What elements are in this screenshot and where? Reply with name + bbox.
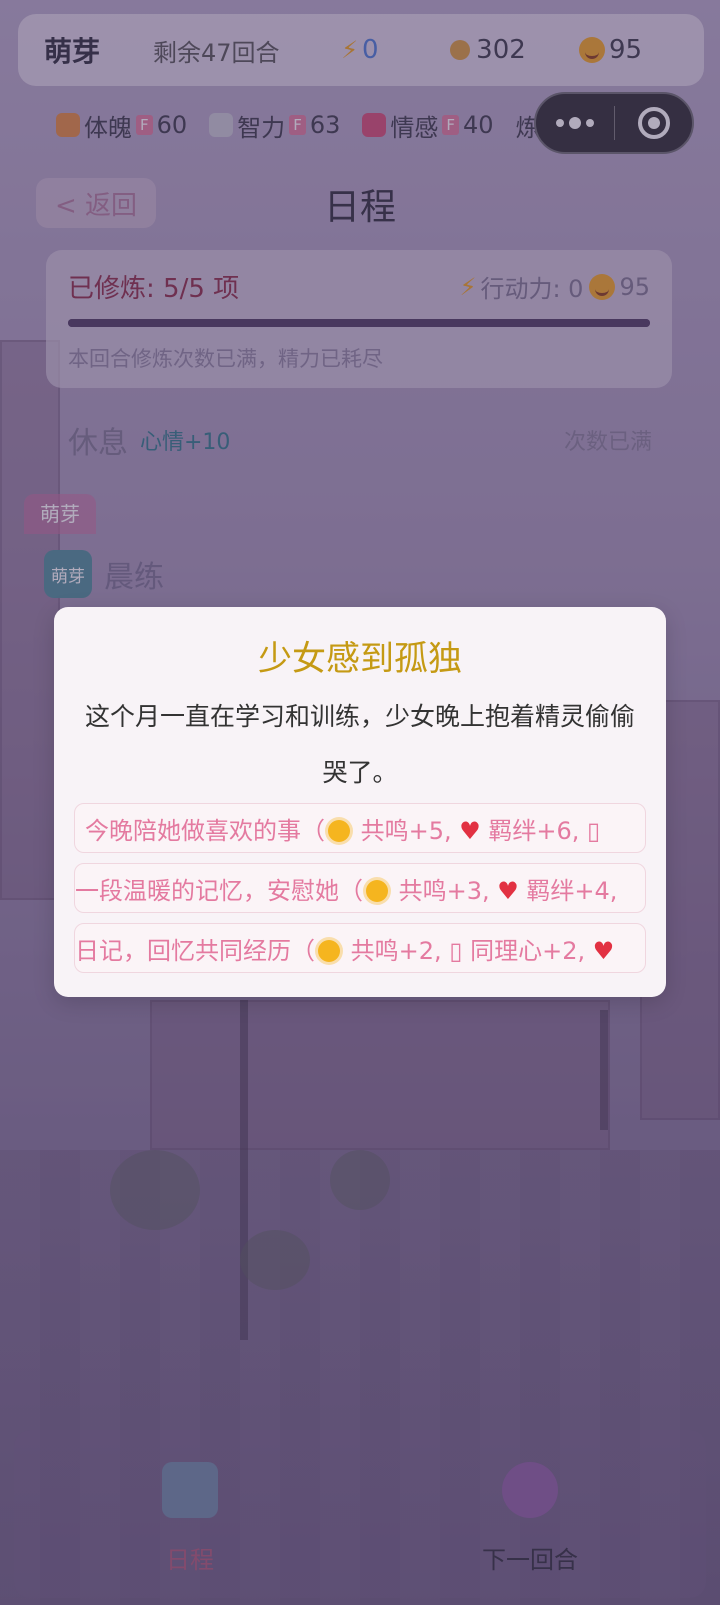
choice-resonance: 共鸣+2, ▯ xyxy=(343,936,471,965)
choice-bond: 羁绊+6, xyxy=(480,816,588,845)
choice-text: 日记，回忆共同经历（ xyxy=(75,936,315,965)
dialog-title: 少女感到孤独 xyxy=(258,639,462,679)
choice-bond: 羁绊+4, xyxy=(518,876,618,905)
event-dialog: 少女感到孤独 这个月一直在学习和训练，少女晚上抱着精灵偷偷哭了。 今晚陪她做喜欢… xyxy=(54,607,666,997)
choice-text: 今晚陪她做喜欢的事（ xyxy=(85,816,325,845)
choice-option-3[interactable]: 日记，回忆共同经历（ 共鸣+2, ▯ 同理心+2, ♥ xyxy=(74,923,646,973)
heart-icon: ♥ xyxy=(592,936,615,965)
sun-icon xyxy=(328,819,350,842)
heart-icon: ♥ xyxy=(459,816,481,845)
sun-icon xyxy=(318,939,340,962)
choice-tail: ▯ xyxy=(587,816,601,845)
choice-resonance: 共鸣+3, xyxy=(391,876,498,905)
dialog-body: 这个月一直在学习和训练，少女晚上抱着精灵偷偷哭了。 xyxy=(84,702,635,787)
heart-icon: ♥ xyxy=(497,876,519,905)
choice-bond: 同理心+2, xyxy=(470,936,593,965)
sun-icon xyxy=(366,879,388,902)
choice-option-1[interactable]: 今晚陪她做喜欢的事（ 共鸣+5, ♥ 羁绊+6, ▯ xyxy=(74,803,646,853)
choice-text: 一段温暖的记忆，安慰她（ xyxy=(75,876,363,905)
choice-option-2[interactable]: 一段温暖的记忆，安慰她（ 共鸣+3, ♥ 羁绊+4, xyxy=(74,863,646,913)
choice-resonance: 共鸣+5, xyxy=(353,816,460,845)
